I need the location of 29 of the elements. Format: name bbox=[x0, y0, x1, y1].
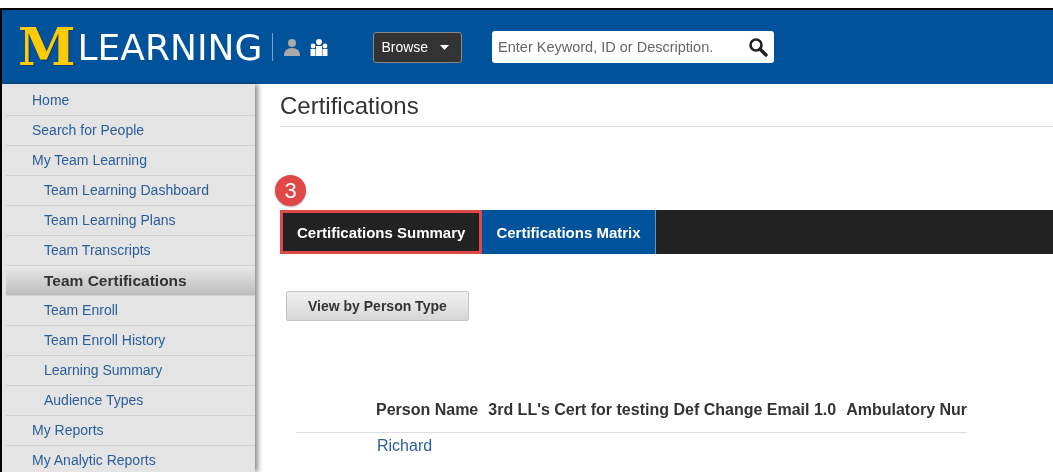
search-field[interactable]: Enter Keyword, ID or Description. bbox=[492, 31, 775, 63]
column-header: 3rd LL's Cert for testing Def Change Email 1.0 bbox=[478, 401, 837, 433]
logo-text: LEARNING bbox=[77, 26, 263, 68]
tab[interactable]: Certifications Summary bbox=[280, 210, 483, 254]
sidebar-item[interactable]: My Reports bbox=[6, 416, 255, 446]
sidebar-item[interactable]: Team Learning Plans bbox=[6, 206, 255, 236]
browse-button[interactable]: Browse bbox=[373, 31, 463, 63]
sidebar-item[interactable]: Team Learning Dashboard bbox=[6, 176, 255, 206]
sidebar-item[interactable]: Home bbox=[6, 86, 255, 116]
step-badge: 3 bbox=[275, 175, 306, 206]
page-title: Certifications bbox=[280, 92, 1053, 127]
sidebar-item[interactable]: Search for People bbox=[6, 116, 255, 146]
caret-icon bbox=[440, 44, 450, 50]
sidebar-item[interactable]: Learning Summary bbox=[6, 356, 255, 386]
sidebar-item[interactable]: My Team Learning bbox=[6, 146, 255, 176]
tab[interactable]: Certifications Matrix bbox=[482, 210, 656, 254]
person-icon[interactable] bbox=[283, 38, 302, 56]
sidebar-item[interactable]: My Analytic Reports bbox=[6, 446, 255, 472]
column-header: Person Name bbox=[296, 401, 479, 433]
sidebar-item[interactable]: Audience Types bbox=[6, 386, 255, 416]
view-by-person-type-button[interactable]: View by Person Type bbox=[286, 291, 469, 321]
sidebar-item[interactable]: Team Enroll bbox=[6, 296, 255, 326]
logo-letter: M bbox=[18, 21, 74, 73]
sidebar-item[interactable]: Team Certifications bbox=[6, 266, 255, 296]
column-header: Ambulatory Nur bbox=[836, 401, 968, 433]
sidebar-item[interactable]: Team Enroll History bbox=[6, 326, 255, 356]
search-icon[interactable] bbox=[748, 37, 769, 57]
person-link[interactable]: Richard bbox=[377, 437, 433, 454]
group-icon[interactable] bbox=[309, 38, 330, 56]
